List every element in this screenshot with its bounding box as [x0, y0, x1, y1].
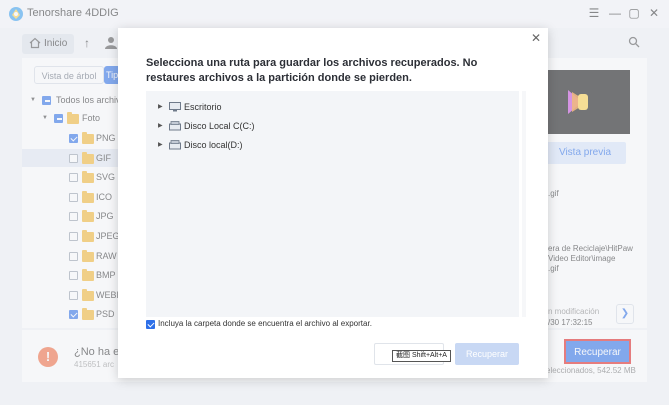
dialog-title: Selecciona una ruta para guardar los arc… — [146, 57, 478, 84]
location-scrollbar[interactable] — [522, 91, 526, 317]
drive-icon — [169, 140, 181, 150]
expand-icon[interactable]: ▶ — [158, 99, 163, 115]
location-label: Escritorio — [184, 102, 222, 112]
expand-icon[interactable]: ▶ — [158, 137, 163, 153]
monitor-icon — [169, 102, 181, 112]
location-label: Disco Local C(C:) — [184, 121, 255, 131]
dialog-recover-button[interactable]: Recuperar — [455, 343, 519, 365]
drive-icon — [169, 121, 181, 131]
dialog-close-icon[interactable]: ✕ — [529, 31, 543, 45]
include-folder-checkbox[interactable] — [146, 320, 155, 329]
expand-icon[interactable]: ▶ — [158, 118, 163, 134]
include-folder-label: Incluya la carpeta donde se encuentra el… — [158, 319, 372, 328]
screenshot-shortcut-tooltip: 截图 Shift+Alt+A — [392, 350, 451, 362]
location-label: Disco local(D:) — [184, 140, 243, 150]
app-window: Tenorshare 4DDIG ☰ — ▢ ✕ Inicio ↑ Vista … — [0, 0, 669, 405]
